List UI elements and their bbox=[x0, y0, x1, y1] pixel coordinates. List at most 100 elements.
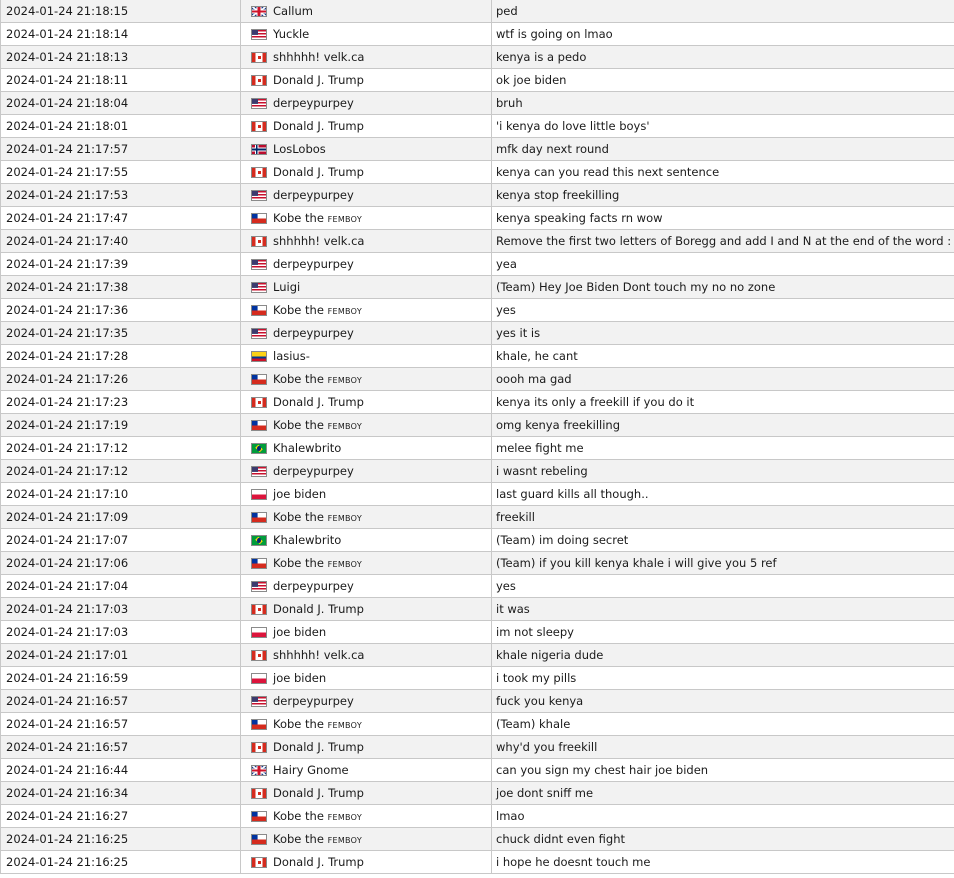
player-name[interactable]: derpeypurpey bbox=[273, 464, 354, 478]
message-cell: omg kenya freekilling bbox=[491, 413, 954, 437]
timestamp-cell: 2024-01-24 21:17:28 bbox=[0, 344, 241, 368]
player-name[interactable]: joe biden bbox=[273, 625, 326, 639]
player-name[interactable]: Donald J. Trump bbox=[273, 786, 364, 800]
ca-flag-icon bbox=[251, 236, 267, 247]
timestamp-cell: 2024-01-24 21:17:09 bbox=[0, 505, 241, 529]
player-name[interactable]: derpeypurpey bbox=[273, 694, 354, 708]
player-name[interactable]: Hairy Gnome bbox=[273, 763, 349, 777]
table-row: 2024-01-24 21:18:01 Donald J. Trump 'i ken… bbox=[0, 114, 954, 138]
player-name[interactable]: Yuckle bbox=[273, 27, 309, 41]
table-row: 2024-01-24 21:16:59 joe biden i took my pi… bbox=[0, 666, 954, 690]
table-row: 2024-01-24 21:17:38 Luigi (Team) Hey Joe B… bbox=[0, 275, 954, 299]
br-flag-icon bbox=[251, 535, 267, 546]
player-name[interactable]: LosLobos bbox=[273, 142, 326, 156]
player-name[interactable]: Kobe the bbox=[273, 372, 328, 386]
player-name-suffix: FEMBOY bbox=[327, 836, 363, 845]
message-cell: kenya stop freekilling bbox=[491, 183, 954, 207]
br-flag-icon bbox=[251, 443, 267, 454]
player-name[interactable]: Donald J. Trump bbox=[273, 73, 364, 87]
message-cell: freekill bbox=[491, 505, 954, 529]
message-cell: joe dont sniff me bbox=[491, 781, 954, 805]
player-cell: Donald J. Trump bbox=[240, 850, 492, 874]
table-row: 2024-01-24 21:16:57 Donald J. Trump why'd … bbox=[0, 735, 954, 759]
player-name[interactable]: shhhhh! velk.ca bbox=[273, 234, 364, 248]
player-name[interactable]: joe biden bbox=[273, 671, 326, 685]
table-row: 2024-01-24 21:16:34 Donald J. Trump joe do… bbox=[0, 781, 954, 805]
ca-flag-icon bbox=[251, 167, 267, 178]
ca-flag-icon bbox=[251, 121, 267, 132]
us-flag-icon bbox=[251, 282, 267, 293]
table-row: 2024-01-24 21:17:04 derpeypurpey yes bbox=[0, 574, 954, 598]
player-name[interactable]: Donald J. Trump bbox=[273, 165, 364, 179]
us-flag-icon bbox=[251, 98, 267, 109]
player-name[interactable]: Callum bbox=[273, 4, 313, 18]
player-name[interactable]: derpeypurpey bbox=[273, 326, 354, 340]
table-row: 2024-01-24 21:17:03 Donald J. Trump it was bbox=[0, 597, 954, 621]
player-name[interactable]: Kobe the bbox=[273, 510, 328, 524]
player-name[interactable]: Donald J. Trump bbox=[273, 740, 364, 754]
message-cell: melee fight me bbox=[491, 436, 954, 460]
us-flag-icon bbox=[251, 29, 267, 40]
table-row: 2024-01-24 21:17:36 Kobe the FEMBOY yes bbox=[0, 298, 954, 322]
player-cell: Donald J. Trump bbox=[240, 160, 492, 184]
player-name[interactable]: Luigi bbox=[273, 280, 300, 294]
player-cell: shhhhh! velk.ca bbox=[240, 229, 492, 253]
message-cell: khale, he cant bbox=[491, 344, 954, 368]
message-cell: yes bbox=[491, 298, 954, 322]
timestamp-cell: 2024-01-24 21:17:06 bbox=[0, 551, 241, 575]
message-cell: (Team) if you kill kenya khale i will gi… bbox=[491, 551, 954, 575]
chat-log-table: 2024-01-24 21:18:15 Callum ped 2024-01-24 2… bbox=[0, 0, 954, 874]
player-name[interactable]: Kobe the bbox=[273, 211, 328, 225]
timestamp-cell: 2024-01-24 21:16:44 bbox=[0, 758, 241, 782]
message-cell: ped bbox=[491, 0, 954, 23]
timestamp-cell: 2024-01-24 21:17:40 bbox=[0, 229, 241, 253]
player-name[interactable]: shhhhh! velk.ca bbox=[273, 50, 364, 64]
player-name[interactable]: joe biden bbox=[273, 487, 326, 501]
player-name[interactable]: Donald J. Trump bbox=[273, 395, 364, 409]
player-name[interactable]: Kobe the bbox=[273, 717, 328, 731]
message-cell: kenya speaking facts rn wow bbox=[491, 206, 954, 230]
timestamp-cell: 2024-01-24 21:17:12 bbox=[0, 459, 241, 483]
table-row: 2024-01-24 21:17:03 joe biden im not sleep… bbox=[0, 620, 954, 644]
timestamp-cell: 2024-01-24 21:17:03 bbox=[0, 620, 241, 644]
ca-flag-icon bbox=[251, 75, 267, 86]
player-name[interactable]: derpeypurpey bbox=[273, 188, 354, 202]
table-row: 2024-01-24 21:17:06 Kobe the FEMBOY (Team)… bbox=[0, 551, 954, 575]
table-row: 2024-01-24 21:16:25 Donald J. Trump i hope… bbox=[0, 850, 954, 874]
player-name[interactable]: derpeypurpey bbox=[273, 96, 354, 110]
timestamp-cell: 2024-01-24 21:17:38 bbox=[0, 275, 241, 299]
player-name[interactable]: Khalewbrito bbox=[273, 441, 341, 455]
player-cell: derpeypurpey bbox=[240, 183, 492, 207]
player-name[interactable]: Donald J. Trump bbox=[273, 119, 364, 133]
table-row: 2024-01-24 21:17:39 derpeypurpey yea bbox=[0, 252, 954, 276]
message-cell: yea bbox=[491, 252, 954, 276]
player-name[interactable]: derpeypurpey bbox=[273, 579, 354, 593]
player-name-suffix: FEMBOY bbox=[327, 422, 363, 431]
player-name[interactable]: Donald J. Trump bbox=[273, 855, 364, 869]
timestamp-cell: 2024-01-24 21:17:26 bbox=[0, 367, 241, 391]
player-name[interactable]: shhhhh! velk.ca bbox=[273, 648, 364, 662]
timestamp-cell: 2024-01-24 21:18:01 bbox=[0, 114, 241, 138]
us-flag-icon bbox=[251, 259, 267, 270]
player-cell: Kobe the FEMBOY bbox=[240, 827, 492, 851]
player-name[interactable]: derpeypurpey bbox=[273, 257, 354, 271]
cl-flag-icon bbox=[251, 374, 267, 385]
player-name[interactable]: Kobe the bbox=[273, 418, 328, 432]
player-name[interactable]: Donald J. Trump bbox=[273, 602, 364, 616]
timestamp-cell: 2024-01-24 21:16:57 bbox=[0, 712, 241, 736]
cl-flag-icon bbox=[251, 512, 267, 523]
ca-flag-icon bbox=[251, 397, 267, 408]
player-name[interactable]: Khalewbrito bbox=[273, 533, 341, 547]
message-cell: i took my pills bbox=[491, 666, 954, 690]
player-name-suffix: FEMBOY bbox=[327, 721, 363, 730]
table-row: 2024-01-24 21:17:53 derpeypurpey kenya sto… bbox=[0, 183, 954, 207]
player-name[interactable]: Kobe the bbox=[273, 809, 328, 823]
ca-flag-icon bbox=[251, 604, 267, 615]
player-name[interactable]: Kobe the bbox=[273, 832, 328, 846]
player-cell: Kobe the FEMBOY bbox=[240, 712, 492, 736]
player-name[interactable]: Kobe the bbox=[273, 303, 328, 317]
player-name[interactable]: Kobe the bbox=[273, 556, 328, 570]
player-cell: Kobe the FEMBOY bbox=[240, 804, 492, 828]
player-name[interactable]: lasius- bbox=[273, 349, 310, 363]
table-row: 2024-01-24 21:17:35 derpeypurpey yes it is bbox=[0, 321, 954, 345]
